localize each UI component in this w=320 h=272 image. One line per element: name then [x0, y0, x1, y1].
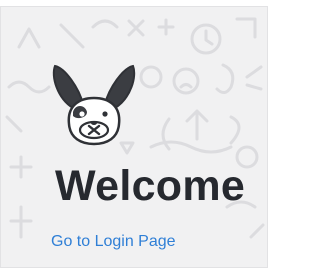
welcome-heading: Welcome	[55, 162, 246, 210]
bunny-mascot-icon	[52, 64, 136, 146]
welcome-panel: Welcome Go to Login Page	[0, 6, 268, 268]
go-to-login-link[interactable]: Go to Login Page	[51, 233, 176, 251]
welcome-page: Welcome Go to Login Page	[0, 0, 276, 272]
